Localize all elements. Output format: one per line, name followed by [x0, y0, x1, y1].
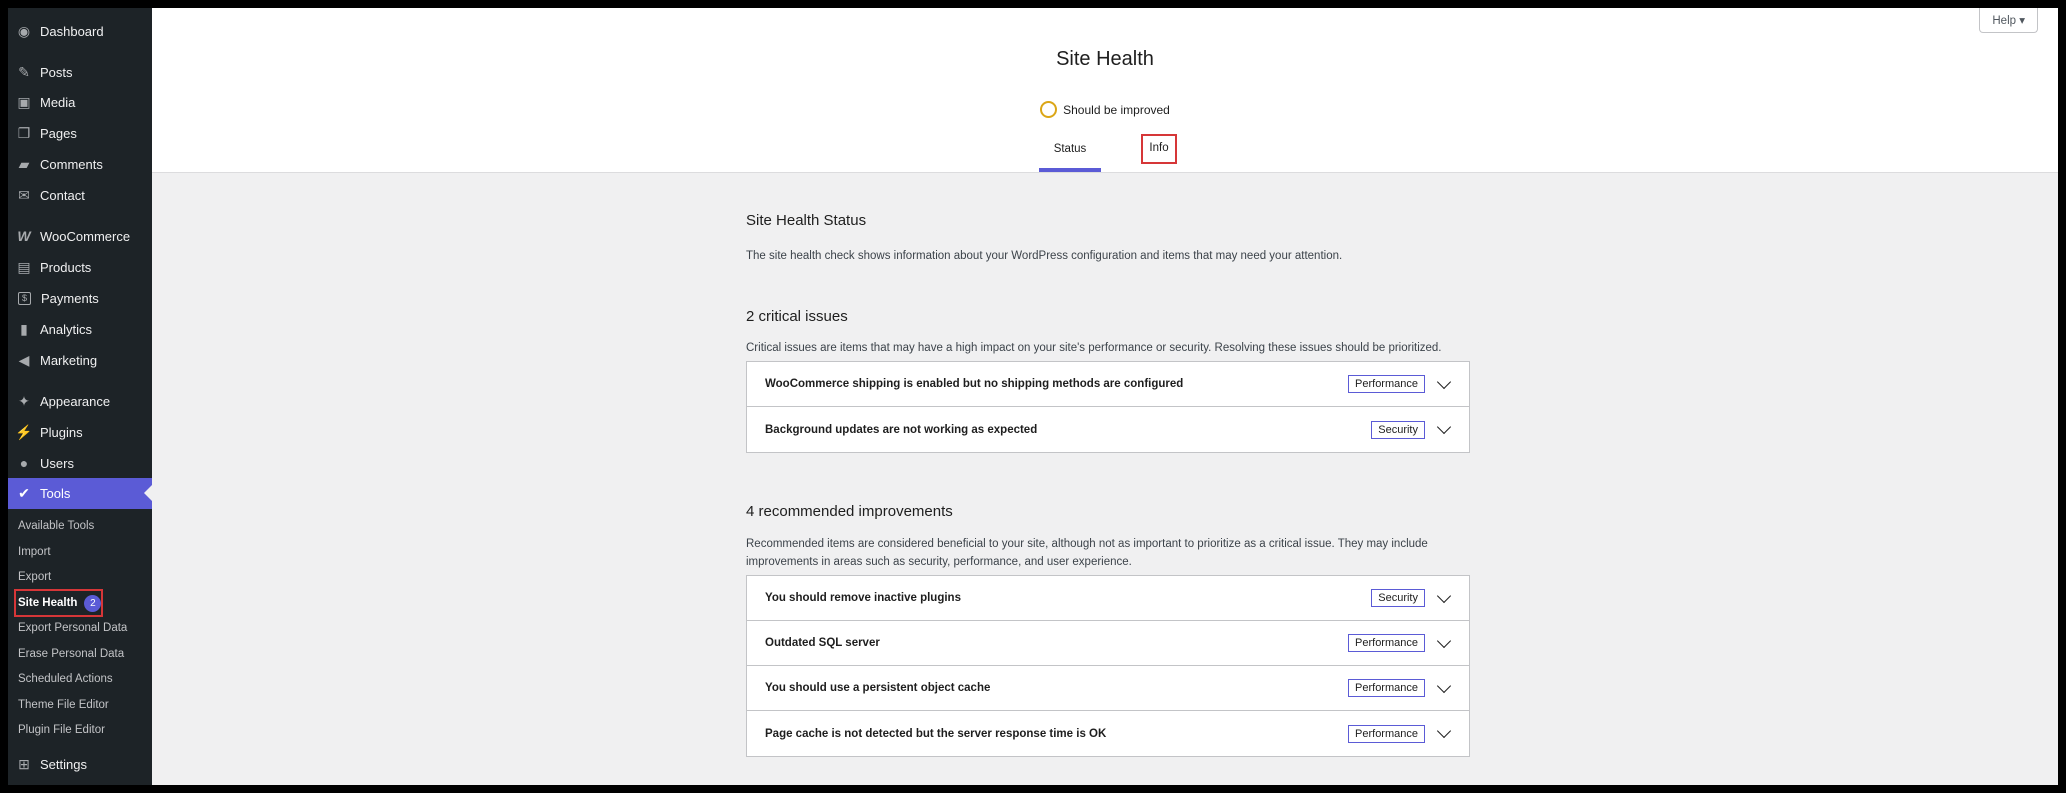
woo-icon: W [17, 228, 31, 244]
submenu-plugin-file-editor[interactable]: Plugin File Editor [18, 720, 105, 740]
submenu-available-tools[interactable]: Available Tools [18, 516, 94, 536]
issue-row[interactable]: Background updates are not working as ex… [747, 407, 1469, 452]
issue-title: Background updates are not working as ex… [765, 423, 1038, 436]
issue-title: You should use a persistent object cache [765, 682, 991, 694]
comment-icon: ▰ [18, 155, 30, 172]
issue-title: You should remove inactive plugins [765, 592, 961, 604]
menu-label: Settings [40, 756, 87, 772]
chevron-down-icon [1436, 723, 1452, 739]
submenu-export-personal-data[interactable]: Export Personal Data [18, 618, 127, 638]
menu-appearance[interactable]: ✦ Appearance [8, 386, 152, 416]
site-health-header: Help ▾ Site Health Should be improved St… [152, 8, 2058, 173]
issue-badge: Security [1371, 589, 1425, 607]
wrench-icon: ✔ [18, 485, 30, 501]
status-label: Should be improved [1063, 102, 1170, 117]
mail-icon: ✉ [18, 186, 30, 203]
recommended-description: Recommended items are considered benefic… [746, 538, 1428, 568]
payments-icon: $ [18, 291, 31, 305]
menu-label: WooCommerce [40, 228, 131, 244]
submenu-export[interactable]: Export [18, 567, 51, 587]
issue-badge: Security [1371, 420, 1425, 439]
pages-icon: ❐ [17, 124, 31, 141]
menu-label: Marketing [40, 352, 98, 368]
bar-chart-icon: ▮ [20, 320, 28, 337]
menu-media[interactable]: ▣ Media [8, 87, 152, 117]
section-description: The site health check shows information … [746, 250, 1343, 262]
submenu-scheduled-actions[interactable]: Scheduled Actions [18, 669, 113, 689]
issue-row[interactable]: Outdated SQL server Performance [747, 621, 1469, 666]
menu-label: Pages [40, 125, 77, 141]
issue-title: Page cache is not detected but the serve… [765, 727, 1107, 740]
menu-pages[interactable]: ❐ Pages [8, 118, 152, 148]
menu-users[interactable]: ● Users [8, 448, 152, 478]
menu-contact[interactable]: ✉ Contact [8, 180, 152, 210]
chevron-down-icon [1436, 374, 1452, 389]
menu-label: Media [40, 94, 76, 110]
app-frame: ◉ Dashboard ✎ Posts ▣ Media ❐ Pages ▰ Comment… [8, 8, 2058, 785]
issue-row[interactable]: You should use a persistent object cache… [747, 666, 1469, 711]
menu-label: Users [40, 455, 74, 471]
chevron-down-icon [1436, 633, 1452, 648]
issue-row[interactable]: Page cache is not detected but the serve… [747, 711, 1469, 756]
menu-label: Products [40, 259, 92, 275]
menu-label: Comments [40, 156, 103, 172]
issue-badge: Performance [1348, 724, 1425, 743]
issue-row[interactable]: You should remove inactive plugins Secur… [747, 576, 1469, 621]
menu-label: Dashboard [40, 23, 104, 39]
user-icon: ● [19, 455, 29, 471]
menu-settings[interactable]: ⊞ Settings [8, 749, 152, 779]
issue-badge: Performance [1348, 375, 1425, 393]
menu-plugins[interactable]: ⚡ Plugins [8, 417, 152, 447]
menu-tools[interactable]: ✔ Tools [8, 478, 152, 509]
menu-posts[interactable]: ✎ Posts [8, 57, 152, 87]
chevron-down-icon [1436, 588, 1452, 603]
media-icon: ▣ [17, 93, 31, 110]
issue-row[interactable]: WooCommerce shipping is enabled but no s… [747, 362, 1469, 407]
menu-label: Tools [40, 486, 71, 501]
highlight-box [14, 589, 103, 617]
submenu-import[interactable]: Import [18, 542, 51, 562]
admin-sidebar: ◉ Dashboard ✎ Posts ▣ Media ❐ Pages ▰ Comment… [8, 8, 152, 785]
plug-icon: ⚡ [15, 423, 33, 440]
menu-comments[interactable]: ▰ Comments [8, 149, 152, 179]
menu-analytics[interactable]: ▮ Analytics [8, 314, 152, 344]
health-status: Should be improved [152, 101, 2058, 118]
menu-label: Contact [40, 187, 85, 203]
menu-payments[interactable]: $ Payments [8, 283, 152, 313]
menu-label: Plugins [40, 424, 83, 440]
settings-icon: ⊞ [18, 755, 30, 772]
critical-issues-description: Critical issues are items that may have … [746, 342, 1442, 354]
pin-icon: ✎ [18, 63, 30, 80]
page-title: Site Health [1056, 48, 1154, 70]
menu-woocommerce[interactable]: W WooCommerce [8, 221, 152, 251]
highlight-box [1141, 134, 1177, 164]
menu-label: Appearance [40, 393, 111, 409]
issue-badge: Performance [1348, 634, 1425, 652]
issue-title: WooCommerce shipping is enabled but no s… [765, 378, 1184, 390]
brush-icon: ✦ [18, 392, 30, 409]
critical-issues-title: 2 critical issues [746, 308, 848, 325]
menu-label: Posts [40, 64, 73, 80]
recommended-title: 4 recommended improvements [746, 503, 953, 520]
status-circle-icon [1040, 101, 1058, 118]
menu-label: Payments [41, 290, 99, 306]
tab-status[interactable]: Status [1039, 130, 1101, 172]
menu-marketing[interactable]: ◀ Marketing [8, 345, 152, 375]
issue-badge: Performance [1348, 679, 1425, 697]
chevron-down-icon [1436, 678, 1452, 693]
section-title: Site Health Status [746, 212, 867, 229]
help-button[interactable]: Help ▾ [1979, 8, 2038, 33]
issue-title: Outdated SQL server [765, 637, 880, 649]
submenu-theme-file-editor[interactable]: Theme File Editor [18, 695, 109, 715]
menu-label: Analytics [40, 321, 93, 337]
recommended-list: You should remove inactive plugins Secur… [746, 575, 1470, 757]
menu-products[interactable]: ▤ Products [8, 252, 152, 282]
submenu-erase-personal-data[interactable]: Erase Personal Data [18, 644, 124, 664]
dashboard-icon: ◉ [17, 22, 31, 39]
menu-dashboard[interactable]: ◉ Dashboard [8, 16, 152, 46]
chevron-down-icon [1436, 419, 1452, 435]
critical-issues-list: WooCommerce shipping is enabled but no s… [746, 361, 1470, 453]
megaphone-icon: ◀ [18, 351, 30, 368]
archive-icon: ▤ [17, 258, 31, 275]
